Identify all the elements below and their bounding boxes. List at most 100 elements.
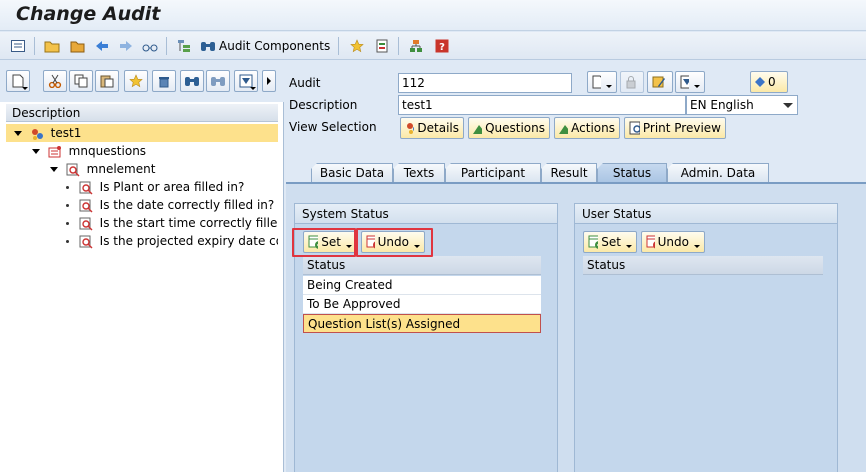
tree-node-audit[interactable]: test1 <box>6 124 278 142</box>
org-structure-icon[interactable] <box>408 38 424 54</box>
binoculars-icon[interactable] <box>200 38 216 54</box>
language-value: EN English <box>690 98 754 112</box>
tree-node-questions[interactable]: mnquestions <box>6 142 278 160</box>
print-icon <box>680 75 689 89</box>
status-column-header: Status <box>303 256 541 275</box>
question-icon <box>79 181 93 194</box>
folder-icon[interactable] <box>44 38 60 54</box>
table-row[interactable]: Being Created <box>303 276 541 295</box>
tree-toolbar <box>0 62 284 102</box>
tab-status[interactable]: Status <box>597 163 667 183</box>
tree-node-label: Is Plant or area filled in? <box>99 180 245 194</box>
question-list-icon <box>48 145 61 157</box>
element-icon <box>66 163 80 176</box>
set-status-icon <box>588 235 599 249</box>
tab-basic-data[interactable]: Basic Data <box>311 163 393 183</box>
tab-result[interactable]: Result <box>541 163 597 183</box>
actions-button[interactable]: Actions <box>554 117 620 139</box>
hierarchy-icon[interactable] <box>176 38 192 54</box>
description-field[interactable]: test1 <box>398 95 686 115</box>
lock-icon <box>626 76 636 89</box>
mountain-icon <box>473 125 483 134</box>
toolbar-separator <box>166 37 167 55</box>
audit-field[interactable]: 112 <box>398 73 572 93</box>
audit-icon <box>31 128 43 140</box>
find-button[interactable] <box>180 70 204 92</box>
expand-arrow-icon[interactable] <box>32 149 40 154</box>
user-undo-button[interactable]: Undo <box>641 231 705 253</box>
status-column-header: Status <box>583 256 823 275</box>
tree-node-question[interactable]: Is the date correctly filled in? <box>6 196 278 214</box>
favorite-settings-icon[interactable] <box>374 38 390 54</box>
detail-panel: Audit 112 0 Description test1 EN English… <box>286 62 866 472</box>
delete-button[interactable] <box>152 70 176 92</box>
diamond-icon <box>755 77 765 87</box>
cut-button[interactable] <box>43 70 67 92</box>
bullet <box>66 222 69 225</box>
user-set-button[interactable]: Set <box>583 231 637 253</box>
tab-admin-data[interactable]: Admin. Data <box>667 163 769 183</box>
details-icon <box>407 123 415 134</box>
audit-components-button[interactable]: Audit Components <box>219 39 330 53</box>
copy-button[interactable] <box>69 70 93 92</box>
expand-arrow-icon[interactable] <box>14 131 22 136</box>
new-document-button[interactable] <box>6 70 30 92</box>
questions-button[interactable]: Questions <box>468 117 550 139</box>
toolbar-separator <box>34 37 35 55</box>
help-icon[interactable]: ? <box>434 38 450 54</box>
back-arrow-icon[interactable] <box>94 38 110 54</box>
tab-participant[interactable]: Participant <box>445 163 541 183</box>
system-status-title: System Status <box>295 204 557 224</box>
paste-button[interactable] <box>95 70 119 92</box>
table-row[interactable]: To Be Approved <box>303 295 541 314</box>
system-status-table: Status Being Created To Be Approved Ques… <box>303 256 541 471</box>
bullet <box>66 204 69 207</box>
edit-button[interactable] <box>647 71 673 93</box>
question-icon <box>79 217 93 230</box>
print-preview-button[interactable]: Print Preview <box>624 117 726 139</box>
tree-node-label: test1 <box>50 126 82 140</box>
new-button[interactable] <box>587 71 617 93</box>
filter-button[interactable] <box>234 70 258 92</box>
expand-arrow-icon[interactable] <box>50 167 58 172</box>
user-status-table: Status <box>583 256 823 471</box>
toolbar-separator <box>338 37 339 55</box>
tree-node-question[interactable]: Is the projected expiry date cor <box>6 232 278 250</box>
tab-texts[interactable]: Texts <box>393 163 445 183</box>
tree-node-question[interactable]: Is the start time correctly filled <box>6 214 278 232</box>
forward-arrow-icon[interactable] <box>118 38 134 54</box>
find-next-button[interactable] <box>206 70 230 92</box>
tree-column-header: Description <box>6 104 278 122</box>
pencil-icon <box>652 76 665 88</box>
mountain-icon <box>559 125 569 134</box>
glasses-icon[interactable] <box>142 38 158 54</box>
tree-node-label: mnquestions <box>68 144 147 158</box>
star-icon[interactable] <box>349 38 365 54</box>
table-row-selected[interactable]: Question List(s) Assigned <box>303 314 541 333</box>
more-tools-button[interactable] <box>262 70 276 92</box>
question-icon <box>79 199 93 212</box>
lock-button[interactable] <box>620 71 644 93</box>
tree-node-label: Is the start time correctly filled <box>99 216 278 230</box>
tree-node-label: Is the date correctly filled in? <box>99 198 275 212</box>
add-favorite-button[interactable] <box>124 70 148 92</box>
details-label: Details <box>417 121 459 135</box>
actions-label: Actions <box>571 121 615 135</box>
tree-node-element[interactable]: mnelement <box>6 160 278 178</box>
user-status-group: User Status Set Undo Status <box>574 203 838 472</box>
window-title: Change Audit <box>16 3 161 25</box>
undo-status-icon <box>646 235 655 249</box>
list-icon[interactable] <box>10 38 26 54</box>
chevron-down-icon[interactable] <box>783 103 793 108</box>
print-button[interactable] <box>675 71 705 93</box>
annotation-highlight-set <box>292 228 356 257</box>
undo-label: Undo <box>657 235 689 249</box>
counter-button[interactable]: 0 <box>750 71 788 93</box>
open-folder-icon[interactable] <box>70 38 86 54</box>
toolbar-separator <box>398 37 399 55</box>
question-icon <box>79 235 93 248</box>
tree-node-question[interactable]: Is Plant or area filled in? <box>6 178 278 196</box>
details-button[interactable]: Details <box>400 117 464 139</box>
language-select[interactable]: EN English <box>686 95 798 115</box>
user-status-title: User Status <box>575 204 837 224</box>
